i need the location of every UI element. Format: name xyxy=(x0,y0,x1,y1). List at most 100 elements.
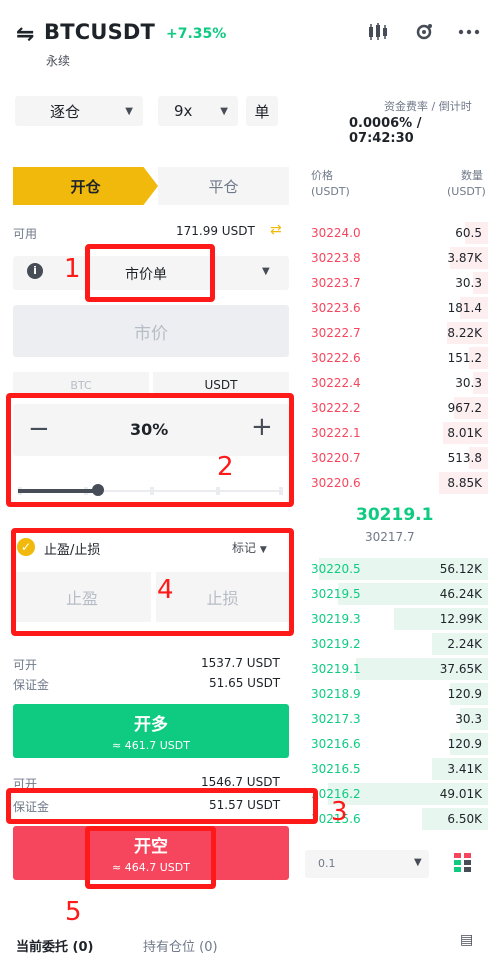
last-price[interactable]: 30219.1 xyxy=(356,505,433,525)
ask-row[interactable]: 30220.6 8.85K xyxy=(300,472,488,494)
bid-quantity: 12.99K xyxy=(439,612,482,626)
chevron-down-icon: ▼ xyxy=(262,266,270,277)
orderbook-qty-header: 数量 (USDT) xyxy=(447,168,486,200)
ask-quantity: 30.3 xyxy=(455,376,482,390)
chevron-down-icon: ▼ xyxy=(220,105,228,117)
ask-quantity: 8.22K xyxy=(447,326,482,340)
ask-price: 30220.6 xyxy=(311,476,361,490)
long-margin-label: 保证金 xyxy=(13,678,50,692)
ask-price: 30224.0 xyxy=(311,226,361,240)
annotation-number-2: 2 xyxy=(217,452,234,482)
ask-price: 30222.6 xyxy=(311,351,361,365)
tab-open-orders[interactable]: 当前委托 (0) xyxy=(16,936,93,955)
ask-price: 30222.1 xyxy=(311,426,361,440)
ask-row[interactable]: 30223.7 30.3 xyxy=(300,272,488,294)
bid-price: 30219.3 xyxy=(311,612,361,626)
bid-price: 30220.5 xyxy=(311,562,361,576)
annotation-box-4 xyxy=(11,528,294,636)
ask-price: 30222.2 xyxy=(311,401,361,415)
ask-quantity: 151.2 xyxy=(447,351,482,365)
single-mode-label: 单 xyxy=(254,102,270,121)
ask-price: 30223.7 xyxy=(311,276,361,290)
orderbook-qty-header-line1: 数量 xyxy=(461,169,483,182)
long-max-open-label: 可开 xyxy=(13,658,38,672)
bid-quantity: 120.9 xyxy=(447,687,482,701)
margin-mode-select[interactable]: 逐仓 ▼ xyxy=(15,96,143,126)
annotation-box-2 xyxy=(6,393,294,507)
bid-price: 30219.1 xyxy=(311,662,361,676)
more-icon[interactable] xyxy=(458,28,480,36)
info-icon[interactable]: i xyxy=(27,263,43,279)
bid-quantity: 56.12K xyxy=(439,562,482,576)
bid-row[interactable]: 30216.5 3.41K xyxy=(300,758,488,780)
ask-row[interactable]: 30222.2 967.2 xyxy=(300,397,488,419)
bid-quantity: 46.24K xyxy=(439,587,482,601)
chevron-down-icon: ▼ xyxy=(414,857,422,868)
ask-quantity: 181.4 xyxy=(447,301,482,315)
bid-price: 30218.9 xyxy=(311,687,361,701)
bid-row[interactable]: 30218.9 120.9 xyxy=(300,683,488,705)
tab-close-position[interactable]: 平仓 xyxy=(158,167,289,205)
margin-mode-label: 逐仓 xyxy=(50,102,81,121)
bid-quantity: 6.50K xyxy=(447,812,482,826)
bid-quantity: 37.65K xyxy=(439,662,482,676)
ask-row[interactable]: 30220.7 513.8 xyxy=(300,447,488,469)
symbol-title[interactable]: BTCUSDT xyxy=(44,20,155,44)
open-long-button[interactable]: 开多 ≈ 461.7 USDT xyxy=(13,704,289,758)
bid-row[interactable]: 30216.2 49.01K xyxy=(300,783,488,805)
short-max-open-value: 1546.7 USDT xyxy=(201,775,280,789)
bid-price: 30216.5 xyxy=(311,762,361,776)
orderbook-price-header-line1: 价格 xyxy=(311,169,333,182)
orderbook-qty-header-line2: (USDT) xyxy=(447,185,486,198)
orderbook-price-header-line2: (USDT) xyxy=(311,185,350,198)
ask-price: 30222.7 xyxy=(311,326,361,340)
bid-price: 30217.3 xyxy=(311,712,361,726)
available-value: 171.99 USDT xyxy=(176,224,255,238)
ask-row[interactable]: 30223.6 181.4 xyxy=(300,297,488,319)
single-mode-button[interactable]: 单 xyxy=(246,96,278,126)
ask-quantity: 967.2 xyxy=(447,401,482,415)
ask-row[interactable]: 30222.4 30.3 xyxy=(300,372,488,394)
candlestick-icon[interactable] xyxy=(366,22,388,42)
ask-row[interactable]: 30223.8 3.87K xyxy=(300,247,488,269)
bid-quantity: 3.41K xyxy=(447,762,482,776)
orderbook-layout-icon[interactable] xyxy=(454,853,472,873)
bid-row[interactable]: 30220.5 56.12K xyxy=(300,558,488,580)
annotation-number-4: 4 xyxy=(157,575,174,605)
open-long-label: 开多 xyxy=(134,715,168,735)
price-input[interactable]: 市价 xyxy=(13,305,289,357)
bid-row[interactable]: 30217.3 30.3 xyxy=(300,708,488,730)
bid-row[interactable]: 30219.2 2.24K xyxy=(300,633,488,655)
annotation-box-1 xyxy=(85,244,215,302)
annotation-number-1: 1 xyxy=(64,254,81,284)
bid-price: 30216.6 xyxy=(311,737,361,751)
tab-open-position[interactable]: 开仓 xyxy=(13,167,158,205)
ask-row[interactable]: 30222.6 151.2 xyxy=(300,347,488,369)
bid-row[interactable]: 30219.5 46.24K xyxy=(300,583,488,605)
leverage-select[interactable]: 9x ▼ xyxy=(158,96,238,126)
ask-price: 30220.7 xyxy=(311,451,361,465)
bid-quantity: 49.01K xyxy=(439,787,482,801)
bid-price: 30219.5 xyxy=(311,587,361,601)
bid-row[interactable]: 30216.6 120.9 xyxy=(300,733,488,755)
transfer-icon[interactable]: ⇄ xyxy=(270,222,282,238)
ask-price: 30222.4 xyxy=(311,376,361,390)
bid-price: 30219.2 xyxy=(311,637,361,651)
bid-quantity: 2.24K xyxy=(447,637,482,651)
long-max-open-value: 1537.7 USDT xyxy=(201,656,280,670)
tab-positions[interactable]: 持有仓位 (0) xyxy=(143,936,218,955)
ask-row[interactable]: 30222.7 8.22K xyxy=(300,322,488,344)
bid-row[interactable]: 30215.6 6.50K xyxy=(300,808,488,830)
funding-rate-label: 资金费率 / 倒计时 xyxy=(384,100,472,113)
ask-row[interactable]: 30222.1 8.01K xyxy=(300,422,488,444)
document-icon[interactable]: ▤ xyxy=(460,932,473,948)
ask-quantity: 60.5 xyxy=(455,226,482,240)
annotation-number-3: 3 xyxy=(331,797,348,827)
ask-quantity: 3.87K xyxy=(447,251,482,265)
settings-icon[interactable] xyxy=(414,22,434,42)
ask-row[interactable]: 30224.0 60.5 xyxy=(300,222,488,244)
bid-row[interactable]: 30219.3 12.99K xyxy=(300,608,488,630)
price-change-badge: +7.35% xyxy=(166,26,227,42)
bid-row[interactable]: 30219.1 37.65K xyxy=(300,658,488,680)
swap-icon[interactable]: ⇋ xyxy=(16,22,34,47)
